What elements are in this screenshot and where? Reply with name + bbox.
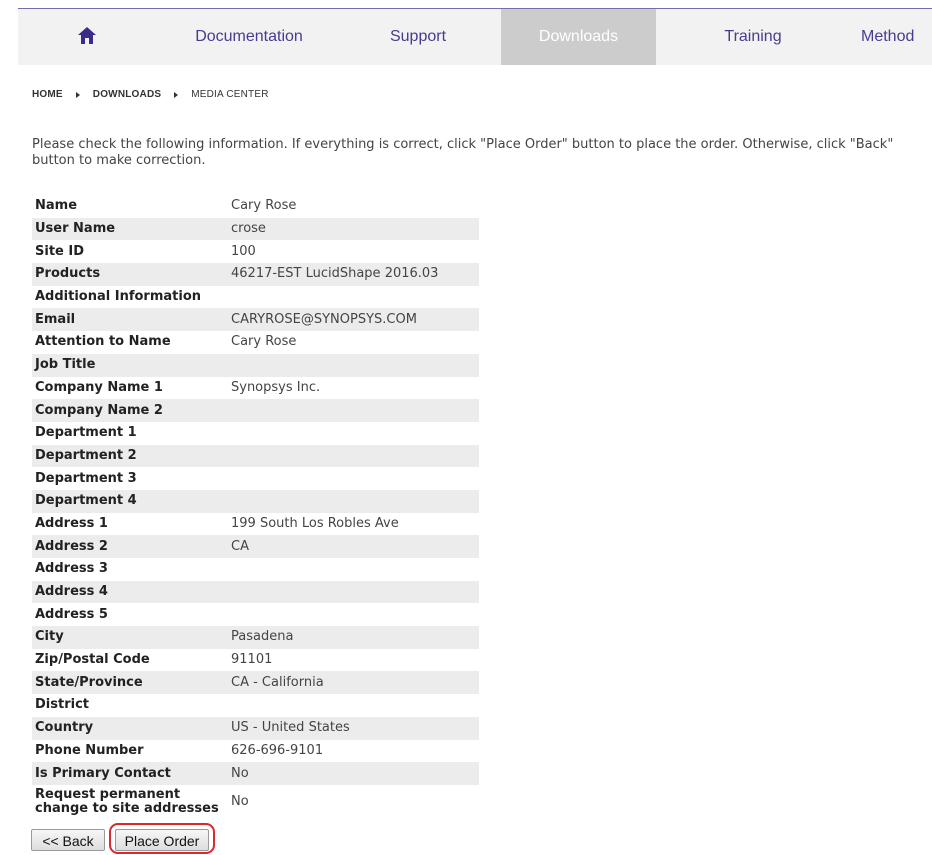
- field-value: 91101: [231, 652, 273, 668]
- instructions-text: Please check the following information. …: [32, 137, 894, 168]
- table-row: Department 1: [32, 422, 479, 445]
- nav-downloads[interactable]: Downloads: [501, 9, 656, 65]
- field-value: 199 South Los Robles Ave: [231, 515, 399, 531]
- field-label: Address 4: [32, 580, 228, 604]
- field-label: Department 2: [32, 444, 228, 468]
- field-label: Department 3: [35, 470, 137, 486]
- nav-training[interactable]: Training: [695, 9, 811, 65]
- table-row: Products 46217-EST LucidShape 2016.03: [32, 263, 479, 286]
- field-value: [228, 603, 479, 626]
- table-row: Company Name 1 Synopsys Inc.: [32, 377, 479, 400]
- field-label: User Name: [32, 217, 228, 241]
- field-value: 100: [231, 243, 256, 259]
- field-value: No: [228, 762, 479, 785]
- field-label: City: [32, 626, 228, 649]
- top-navigation: Documentation Support Downloads Training…: [18, 8, 932, 65]
- field-label: Department 4: [32, 489, 228, 513]
- nav-documentation[interactable]: Documentation: [178, 9, 320, 65]
- table-row: Department 3: [32, 467, 479, 490]
- field-value: [228, 694, 479, 717]
- breadcrumb-separator-icon: [75, 91, 80, 98]
- field-label: Department 1: [35, 425, 137, 441]
- field-label: District: [35, 697, 89, 713]
- field-value: [228, 444, 479, 468]
- field-value: CARYROSE@SYNOPSYS.COM: [228, 308, 479, 332]
- field-value: crose: [228, 217, 479, 241]
- table-row: Site ID 100: [32, 240, 479, 263]
- table-row: Additional Information: [32, 286, 479, 309]
- field-label: Zip/Postal Code: [35, 652, 150, 668]
- nav-home[interactable]: [52, 9, 122, 65]
- table-row: Department 2: [32, 444, 479, 468]
- field-label: Site ID: [35, 243, 85, 259]
- table-row: Attention to Name Cary Rose: [32, 331, 479, 354]
- field-value: [228, 467, 479, 490]
- field-label: Email: [32, 308, 228, 332]
- breadcrumb-current: MEDIA CENTER: [191, 89, 269, 100]
- field-label: Additional Information: [35, 289, 202, 305]
- field-value: CA - California: [228, 671, 479, 695]
- field-value: Synopsys Inc.: [231, 379, 321, 395]
- table-row: Department 4: [32, 489, 479, 513]
- field-value: No: [231, 793, 249, 809]
- field-label: State/Province: [32, 671, 228, 695]
- house-icon: [78, 27, 96, 44]
- field-value: [228, 558, 479, 581]
- table-row: District: [32, 694, 479, 717]
- field-label: Name: [35, 198, 78, 214]
- field-label: Products: [32, 263, 228, 286]
- field-value: CA: [228, 535, 479, 558]
- field-label: Company Name 2: [32, 399, 228, 422]
- back-button[interactable]: << Back: [31, 829, 105, 851]
- field-value: Cary Rose: [231, 334, 297, 350]
- field-value: [228, 489, 479, 513]
- breadcrumb-separator-icon: [174, 91, 179, 98]
- table-row: Address 2 CA: [32, 535, 479, 558]
- field-value: [228, 286, 479, 309]
- field-value: [228, 353, 479, 377]
- table-row: Company Name 2: [32, 399, 479, 422]
- field-label: Job Title: [32, 353, 228, 377]
- table-row: Email CARYROSE@SYNOPSYS.COM: [32, 308, 479, 332]
- breadcrumb: HOME DOWNLOADS MEDIA CENTER: [32, 89, 269, 100]
- field-label: Address 3: [35, 561, 108, 577]
- table-row: State/Province CA - California: [32, 671, 479, 695]
- field-label: Is Primary Contact: [32, 762, 228, 785]
- field-value: 46217-EST LucidShape 2016.03: [228, 263, 479, 286]
- field-label: Address 1: [35, 515, 108, 531]
- order-info-table: Name Cary Rose User Name crose Site ID 100 Pro…: [32, 195, 479, 819]
- table-row: Address 5: [32, 603, 479, 626]
- field-label: Country: [32, 716, 228, 740]
- field-label: Address 2: [32, 535, 228, 558]
- table-row: Request permanent change to site address…: [32, 785, 479, 819]
- table-row: Is Primary Contact No: [32, 762, 479, 785]
- table-row: City Pasadena: [32, 626, 479, 649]
- field-label: Attention to Name: [35, 334, 171, 350]
- nav-method[interactable]: Method: [861, 9, 932, 65]
- table-row: Job Title: [32, 353, 479, 377]
- field-value: US - United States: [228, 716, 479, 740]
- field-label: Company Name 1: [35, 379, 163, 395]
- table-row: Phone Number 626-696-9101: [32, 740, 479, 763]
- place-order-button[interactable]: Place Order: [115, 829, 209, 851]
- table-row: User Name crose: [32, 217, 479, 241]
- table-row: Address 3: [32, 558, 479, 581]
- table-row: Address 1 199 South Los Robles Ave: [32, 513, 479, 536]
- field-value: 626-696-9101: [231, 742, 324, 758]
- table-row: Address 4: [32, 580, 479, 604]
- field-label: Request permanent change to site address…: [35, 786, 219, 816]
- field-value: Pasadena: [228, 626, 479, 649]
- field-value: [228, 399, 479, 422]
- field-value: [228, 422, 479, 445]
- field-label: Address 5: [35, 606, 108, 622]
- table-row: Zip/Postal Code 91101: [32, 649, 479, 672]
- table-row: Country US - United States: [32, 716, 479, 740]
- breadcrumb-home[interactable]: HOME: [32, 89, 63, 100]
- table-row: Name Cary Rose: [32, 195, 479, 218]
- field-value: Cary Rose: [231, 198, 297, 214]
- breadcrumb-downloads[interactable]: DOWNLOADS: [93, 89, 161, 100]
- nav-support[interactable]: Support: [366, 9, 470, 65]
- field-value: [228, 580, 479, 604]
- field-label: Phone Number: [35, 742, 144, 758]
